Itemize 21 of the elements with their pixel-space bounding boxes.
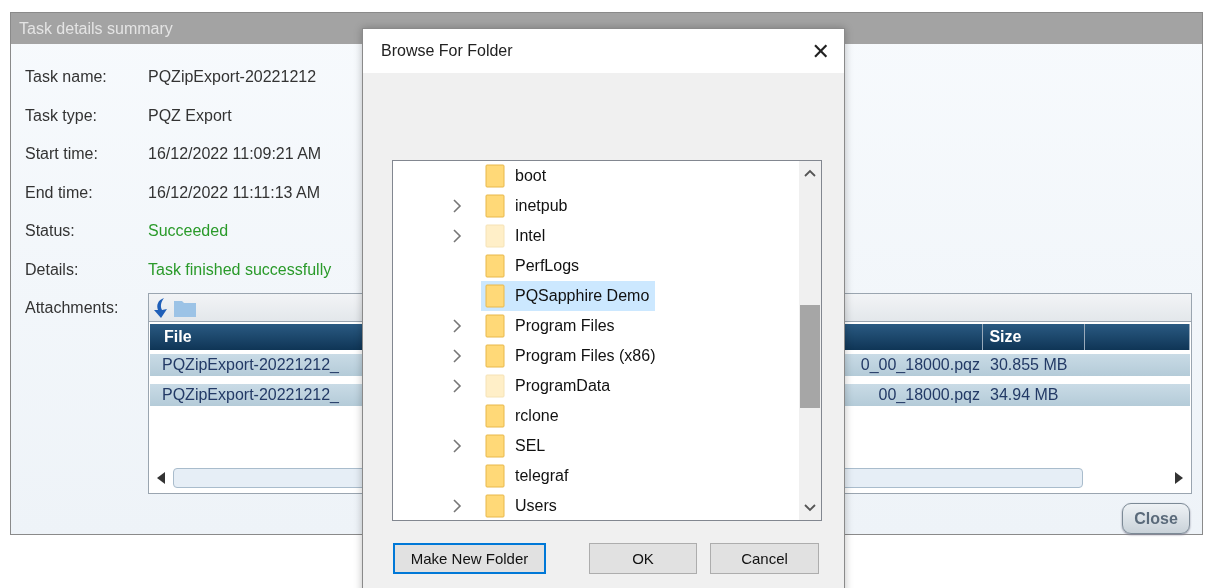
field-label: Start time: [25,145,99,164]
field-value: PQZ Export [148,106,232,125]
field-value: PQZipExport-20221212 [148,68,317,87]
window-title: Task details summary [19,19,173,38]
field-label: Attachments: [25,299,120,317]
table-cell: PQZipExport-20221212_ [162,356,339,374]
field-value: 16/12/2022 11:09:21 AM [148,145,322,164]
field-value: Task finished successfully [148,260,332,279]
field-label: Task name: [25,68,108,87]
table-cell: PQZipExport-20221212_ [162,386,339,404]
field-label: Status: [25,222,76,241]
table-cell-text: 34.94 MB [989,385,1060,405]
dialog-title: Browse For Folder [381,42,513,60]
table-cell: 00_18000.pqz [878,386,980,404]
field-value: Succeeded [148,222,229,241]
field-label: Task type: [25,106,99,125]
field-label: End time: [25,183,94,202]
field-label: Details: [25,260,80,279]
table-cell-text: 30.855 MB [989,355,1069,375]
table-cell: 0_00_18000.pqz [860,356,980,374]
field-value: 16/12/2022 11:11:13 AM [148,183,320,202]
